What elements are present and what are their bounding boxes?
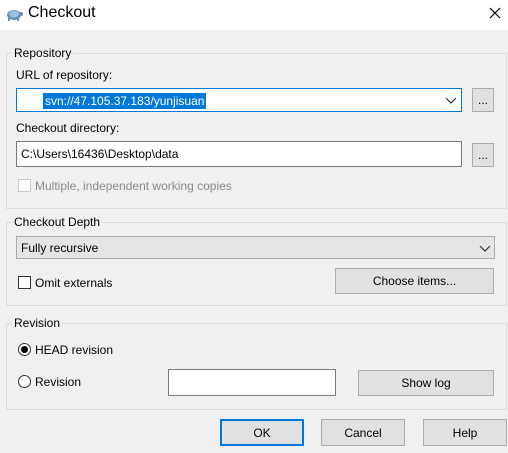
revision-legend: Revision: [12, 316, 63, 330]
multi-checkbox[interactable]: [18, 179, 31, 192]
close-button[interactable]: [482, 2, 508, 26]
multi-label: Multiple, independent working copies: [35, 179, 232, 193]
ok-button[interactable]: OK: [220, 419, 304, 446]
revision-input[interactable]: [168, 369, 336, 396]
url-label: URL of repository:: [16, 68, 113, 82]
show-log-label: Show log: [401, 376, 451, 390]
revision-label: Revision: [35, 375, 82, 389]
choose-items-button[interactable]: Choose items...: [335, 268, 494, 294]
repository-legend: Repository: [12, 46, 74, 60]
dir-label: Checkout directory:: [16, 121, 120, 135]
help-button[interactable]: Help: [423, 419, 507, 446]
tortoise-icon: [4, 5, 24, 23]
cancel-label: Cancel: [344, 425, 382, 440]
revision-radio[interactable]: [18, 375, 31, 388]
choose-items-label: Choose items...: [372, 274, 457, 288]
help-label: Help: [452, 425, 478, 440]
depth-legend: Checkout Depth: [12, 215, 103, 229]
omit-externals-label: Omit externals: [35, 276, 113, 290]
dir-browse-button[interactable]: ...: [472, 143, 494, 167]
revision-group: [6, 323, 507, 410]
dir-input[interactable]: C:\Users\16436\Desktop\data: [16, 141, 462, 167]
chevron-down-icon: [479, 243, 491, 257]
url-combobox[interactable]: svn://47.105.37.183/yunjisuan: [16, 88, 462, 112]
chevron-down-icon[interactable]: [445, 95, 457, 109]
head-revision-label: HEAD revision: [35, 343, 114, 357]
window-title: Checkout: [28, 4, 96, 21]
head-revision-radio[interactable]: [18, 343, 31, 356]
ok-label: OK: [253, 425, 271, 440]
omit-externals-checkbox[interactable]: [18, 276, 31, 289]
depth-select[interactable]: Fully recursive: [16, 236, 495, 259]
url-browse-label: ...: [477, 93, 488, 107]
url-input[interactable]: svn://47.105.37.183/yunjisuan: [43, 93, 207, 109]
close-icon: [489, 7, 501, 22]
depth-selected: Fully recursive: [21, 241, 99, 255]
url-browse-button[interactable]: ...: [472, 88, 494, 112]
title-bar: Checkout: [0, 0, 508, 30]
dir-browse-label: ...: [477, 148, 488, 162]
cancel-button[interactable]: Cancel: [321, 419, 405, 446]
dir-value: C:\Users\16436\Desktop\data: [21, 147, 179, 161]
show-log-button[interactable]: Show log: [358, 370, 494, 396]
